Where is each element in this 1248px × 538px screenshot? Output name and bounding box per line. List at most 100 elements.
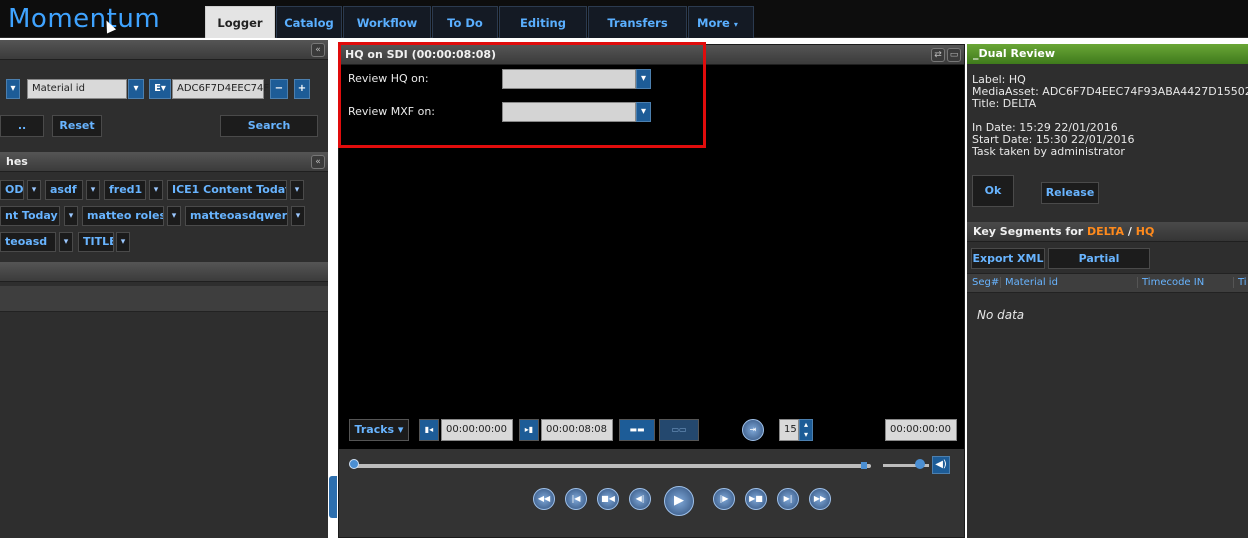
timecode-out-field[interactable]: 00:00:08:08 bbox=[541, 419, 613, 441]
filter-field-select[interactable]: Material id bbox=[27, 79, 127, 99]
review-mxf-select[interactable] bbox=[502, 102, 636, 122]
results-header bbox=[0, 262, 328, 282]
app-logo: Momentum bbox=[8, 4, 161, 34]
reset-button[interactable]: Reset bbox=[52, 115, 102, 137]
jump-start-icon[interactable]: |◀ bbox=[565, 488, 587, 510]
tab-catalog[interactable]: Catalog bbox=[276, 6, 342, 38]
goto-icon[interactable]: ⇥ bbox=[742, 419, 764, 441]
task-title: _Dual Review bbox=[967, 44, 1248, 64]
chevron-down-icon[interactable]: ▾ bbox=[86, 180, 100, 200]
maximize-icon[interactable]: ⇄ bbox=[931, 48, 945, 62]
tracks-button[interactable]: Tracks ▾ bbox=[349, 419, 409, 441]
results-column-header bbox=[0, 286, 328, 312]
clip-icon[interactable]: ▬▬ bbox=[619, 419, 655, 441]
release-button[interactable]: Release bbox=[1041, 182, 1099, 204]
key-segments-title: Key Segments for bbox=[973, 225, 1088, 238]
timecode-in-field[interactable]: 00:00:00:00 bbox=[441, 419, 513, 441]
chevron-down-icon[interactable]: ▾ bbox=[167, 206, 181, 226]
saved-search-chip[interactable]: fred1 bbox=[104, 180, 146, 200]
collapse-icon[interactable]: « bbox=[311, 155, 325, 169]
review-hq-select[interactable] bbox=[502, 69, 636, 89]
search-panel: « ▾ Material id ▾ E▾ ADC6F7D4EEC74F − + … bbox=[0, 40, 337, 538]
chevron-down-icon: ▾ bbox=[733, 20, 738, 29]
add-filter-button[interactable]: + bbox=[294, 79, 310, 99]
ok-button[interactable]: Ok bbox=[972, 175, 1014, 207]
saved-search-chip[interactable]: teoasd bbox=[0, 232, 56, 252]
fast-rewind-icon[interactable]: ◀◀ bbox=[533, 488, 555, 510]
chevron-down-icon[interactable]: ▾ bbox=[290, 180, 304, 200]
search-button[interactable]: Search bbox=[220, 115, 318, 137]
splitter-handle[interactable] bbox=[329, 476, 337, 518]
field-dropdown-left[interactable]: ▾ bbox=[6, 79, 20, 99]
saved-search-button[interactable]: .. bbox=[0, 115, 44, 137]
tab-logger[interactable]: Logger bbox=[205, 6, 275, 38]
operator-select[interactable]: E▾ bbox=[149, 79, 171, 99]
chevron-down-icon[interactable]: ▾ bbox=[636, 102, 651, 122]
search-panel-header bbox=[0, 40, 328, 60]
tracks-label: Tracks bbox=[354, 423, 395, 436]
no-data-message: No data bbox=[977, 308, 1025, 322]
speaker-icon[interactable]: ◀) bbox=[932, 456, 950, 474]
top-nav-bar: Momentum Logger Catalog Workflow To Do E… bbox=[0, 0, 1248, 38]
chevron-down-icon[interactable]: ▾ bbox=[128, 79, 144, 99]
next-mark-icon[interactable]: ▶■ bbox=[745, 488, 767, 510]
tab-more[interactable]: More ▾ bbox=[688, 6, 754, 38]
key-segments-separator: / bbox=[1124, 225, 1136, 238]
player-title: HQ on SDI (00:00:08:08) bbox=[339, 45, 964, 65]
step-forward-icon[interactable]: |▶ bbox=[713, 488, 735, 510]
filter-value-input[interactable]: ADC6F7D4EEC74F bbox=[172, 79, 269, 99]
saved-search-chip[interactable]: OD bbox=[0, 180, 24, 200]
column-timecode-out[interactable]: Ti bbox=[1233, 277, 1247, 288]
jump-end-icon[interactable]: ▶| bbox=[777, 488, 799, 510]
review-hq-label: Review HQ on: bbox=[348, 72, 429, 85]
task-taken-by: Task taken by administrator bbox=[972, 145, 1125, 158]
tab-todo[interactable]: To Do bbox=[432, 6, 498, 38]
saved-search-chip[interactable]: ICE1 Content Today bbox=[167, 180, 287, 200]
player-panel: HQ on SDI (00:00:08:08) ⇄ ▭ Review HQ on… bbox=[338, 44, 965, 538]
mark-out-icon[interactable]: ▸▮ bbox=[519, 419, 539, 441]
chevron-down-icon[interactable]: ▾ bbox=[64, 206, 78, 226]
filmstrip-icon[interactable]: ▭▭ bbox=[659, 419, 699, 441]
timeline-end-marker bbox=[861, 462, 867, 469]
current-timecode-field: 00:00:00:00 bbox=[885, 419, 957, 441]
timeline-slider-thumb[interactable] bbox=[349, 459, 359, 469]
chevron-down-icon[interactable]: ▾ bbox=[636, 69, 651, 89]
video-viewport[interactable] bbox=[339, 65, 964, 449]
chevron-down-icon[interactable]: ▾ bbox=[27, 180, 41, 200]
prev-mark-icon[interactable]: ■◀ bbox=[597, 488, 619, 510]
volume-slider-thumb[interactable] bbox=[915, 459, 925, 469]
stepper-icon[interactable]: ▴ ▾ bbox=[799, 419, 813, 441]
segments-table-header: Seg# Material id Timecode IN Ti bbox=[967, 273, 1248, 293]
chevron-down-icon[interactable]: ▾ bbox=[149, 180, 163, 200]
key-segments-asset: DELTA bbox=[1087, 225, 1125, 238]
tab-workflow[interactable]: Workflow bbox=[343, 6, 431, 38]
step-back-icon[interactable]: ◀| bbox=[629, 488, 651, 510]
partial-restore-button[interactable]: Partial Restore... bbox=[1048, 248, 1150, 284]
chevron-down-icon[interactable]: ▾ bbox=[116, 232, 130, 252]
column-seg[interactable]: Seg# bbox=[972, 277, 999, 288]
fast-forward-icon[interactable]: ▶▶ bbox=[809, 488, 831, 510]
window-icon[interactable]: ▭ bbox=[947, 48, 961, 62]
timeline-slider[interactable] bbox=[351, 464, 871, 468]
remove-filter-button[interactable]: − bbox=[270, 79, 288, 99]
tab-transfers[interactable]: Transfers bbox=[588, 6, 687, 38]
saved-search-chip[interactable]: nt Today bbox=[0, 206, 60, 226]
play-icon[interactable]: ▶ bbox=[664, 486, 694, 516]
saved-search-chip[interactable]: matteo roles bbox=[82, 206, 164, 226]
collapse-icon[interactable]: « bbox=[311, 43, 325, 57]
column-timecode-in[interactable]: Timecode IN bbox=[1137, 277, 1204, 288]
export-xml-button[interactable]: Export XML bbox=[971, 248, 1045, 269]
tab-editing[interactable]: Editing bbox=[499, 6, 587, 38]
column-material-id[interactable]: Material id bbox=[1000, 277, 1058, 288]
chevron-down-icon[interactable]: ▾ bbox=[59, 232, 73, 252]
saved-search-chip[interactable]: matteoasdqwer bbox=[185, 206, 288, 226]
tab-more-label: More bbox=[697, 16, 730, 30]
mark-in-icon[interactable]: ▮◂ bbox=[419, 419, 439, 441]
chevron-down-icon[interactable]: ▾ bbox=[291, 206, 305, 226]
review-mxf-label: Review MXF on: bbox=[348, 105, 436, 118]
key-segments-header: Key Segments for DELTA / HQ bbox=[967, 222, 1248, 242]
saved-search-chip[interactable]: TITLE bbox=[78, 232, 114, 252]
step-value-field[interactable]: 15 bbox=[779, 419, 799, 441]
task-panel: _Dual Review Label: HQ MediaAsset: ADC6F… bbox=[967, 44, 1248, 538]
saved-search-chip[interactable]: asdf bbox=[45, 180, 83, 200]
